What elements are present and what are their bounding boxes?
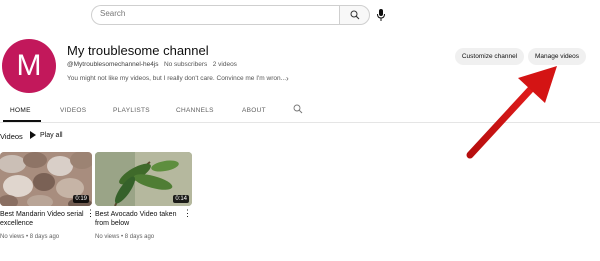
subscriber-count: No subscribers — [163, 61, 208, 68]
manage-videos-button[interactable]: Manage videos — [528, 48, 586, 65]
customize-channel-button[interactable]: Customize channel — [455, 48, 524, 65]
avatar-letter: M — [16, 49, 42, 82]
video-meta: No views • 8 days ago — [95, 234, 155, 240]
tabs-divider — [0, 122, 600, 123]
search-button[interactable] — [339, 5, 370, 25]
more-options-icon[interactable]: ⋮ — [183, 209, 192, 218]
channel-meta: @Mytroublesomechannel-he4js No subscribe… — [67, 61, 237, 68]
tab-about[interactable]: ABOUT — [242, 107, 266, 114]
more-options-icon[interactable]: ⋮ — [86, 209, 95, 218]
channel-title: My troublesome channel — [67, 43, 209, 58]
section-title: Videos — [0, 132, 23, 141]
tab-videos[interactable]: VIDEOS — [60, 107, 86, 114]
tab-channels[interactable]: CHANNELS — [176, 107, 214, 114]
video-meta: No views • 8 days ago — [0, 234, 60, 240]
play-all-label: Play all — [40, 131, 63, 139]
video-title[interactable]: Best Avocado Video taken from below — [95, 210, 180, 228]
tab-playlists[interactable]: PLAYLISTS — [113, 107, 150, 114]
channel-handle: @Mytroublesomechannel-he4js — [67, 61, 159, 68]
search-input[interactable]: Search — [91, 5, 340, 25]
chevron-right-icon[interactable]: › — [286, 74, 289, 83]
microphone-icon[interactable] — [376, 8, 386, 22]
play-icon — [30, 131, 36, 139]
video-duration: 0:19 — [73, 195, 89, 203]
video-duration: 0:14 — [173, 195, 189, 203]
video-thumbnail[interactable]: 0:14 — [95, 152, 192, 206]
channel-search-icon[interactable] — [293, 104, 303, 114]
channel-avatar[interactable]: M — [2, 39, 56, 93]
video-title-line: Best Avocado Video taken — [95, 211, 177, 218]
search-placeholder: Search — [100, 9, 126, 18]
play-all-button[interactable]: Play all — [30, 131, 63, 139]
video-title-line: Best Mandarin Video serial — [0, 211, 84, 218]
channel-description[interactable]: You might not like my videos, but I real… — [67, 75, 286, 82]
video-title[interactable]: Best Mandarin Video serial excellence — [0, 210, 85, 228]
search-icon — [350, 10, 359, 20]
video-title-line: from below — [95, 220, 130, 227]
tab-home[interactable]: HOME — [10, 107, 31, 114]
annotation-arrow — [466, 66, 557, 159]
video-count: 2 videos — [212, 61, 237, 68]
video-thumbnail[interactable]: 0:19 — [0, 152, 92, 206]
video-title-line: excellence — [0, 220, 34, 227]
